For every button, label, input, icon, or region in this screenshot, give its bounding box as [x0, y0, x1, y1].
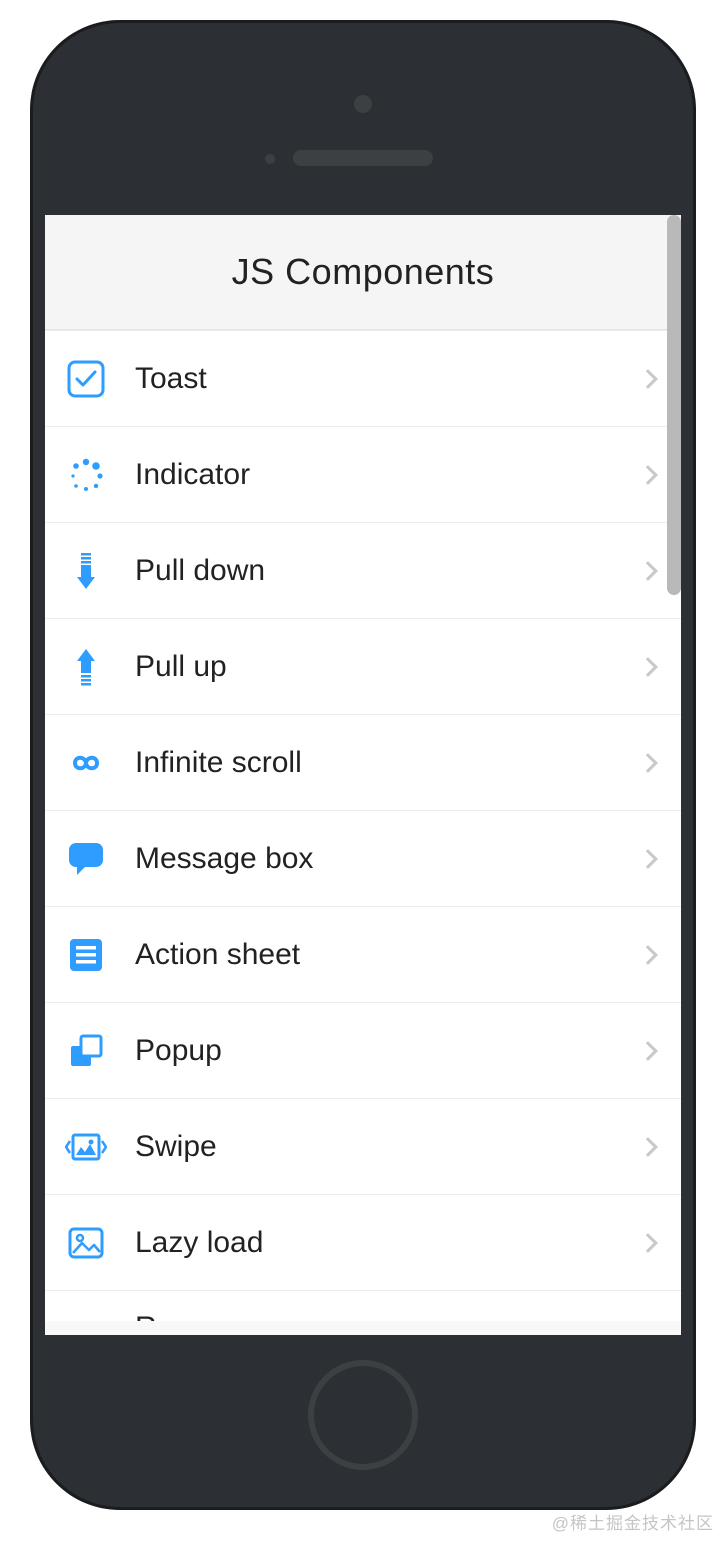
- chevron-right-icon: [638, 657, 658, 677]
- list-item-popup[interactable]: Popup: [45, 1003, 681, 1099]
- list-item-label: Swipe: [135, 1130, 641, 1164]
- list-item-label: Pull up: [135, 650, 641, 684]
- list-item-action-sheet[interactable]: Action sheet: [45, 907, 681, 1003]
- swipe-icon: [65, 1126, 107, 1168]
- list-item-range[interactable]: Range: [45, 1291, 681, 1321]
- list-item-label: Range: [135, 1311, 661, 1321]
- list-item-pull-up[interactable]: Pull up: [45, 619, 681, 715]
- list-item-message-box[interactable]: Message box: [45, 811, 681, 907]
- chevron-right-icon: [638, 849, 658, 869]
- chevron-right-icon: [638, 753, 658, 773]
- list-item-label: Message box: [135, 842, 641, 876]
- screen: JS Components Toast: [45, 215, 681, 1335]
- list-item-label: Action sheet: [135, 938, 641, 972]
- toast-icon: [65, 358, 107, 400]
- chevron-right-icon: [638, 465, 658, 485]
- chevron-right-icon: [638, 1233, 658, 1253]
- list-item-pull-down[interactable]: Pull down: [45, 523, 681, 619]
- phone-speaker: [293, 150, 433, 166]
- list-item-label: Infinite scroll: [135, 746, 641, 780]
- action-sheet-icon: [65, 934, 107, 976]
- chevron-right-icon: [638, 1041, 658, 1061]
- list-item-label: Toast: [135, 362, 641, 396]
- lazy-load-icon: [65, 1222, 107, 1264]
- list-item-indicator[interactable]: Indicator: [45, 427, 681, 523]
- list-item-toast[interactable]: Toast: [45, 331, 681, 427]
- component-list: Toast Indicator: [45, 330, 681, 1321]
- list-item-lazy-load[interactable]: Lazy load: [45, 1195, 681, 1291]
- pull-up-icon: [65, 646, 107, 688]
- chevron-right-icon: [638, 1137, 658, 1157]
- phone-sensor: [265, 154, 275, 164]
- list-item-label: Pull down: [135, 554, 641, 588]
- list-item-swipe[interactable]: Swipe: [45, 1099, 681, 1195]
- list-item-label: Indicator: [135, 458, 641, 492]
- chevron-right-icon: [638, 369, 658, 389]
- page-title: JS Components: [232, 251, 495, 293]
- indicator-icon: [65, 454, 107, 496]
- home-button[interactable]: [308, 1360, 418, 1470]
- infinite-icon: [65, 742, 107, 784]
- watermark: @稀土掘金技术社区: [552, 1509, 714, 1534]
- chevron-right-icon: [638, 945, 658, 965]
- chevron-right-icon: [638, 561, 658, 581]
- phone-frame: JS Components Toast: [30, 20, 696, 1510]
- pull-down-icon: [65, 550, 107, 592]
- list-item-infinite-scroll[interactable]: Infinite scroll: [45, 715, 681, 811]
- list-item-label: Popup: [135, 1034, 641, 1068]
- phone-camera: [354, 95, 372, 113]
- list-item-label: Lazy load: [135, 1226, 641, 1260]
- message-box-icon: [65, 838, 107, 880]
- scrollbar[interactable]: [667, 215, 681, 595]
- page-header: JS Components: [45, 215, 681, 330]
- range-icon: [65, 1311, 107, 1321]
- popup-icon: [65, 1030, 107, 1072]
